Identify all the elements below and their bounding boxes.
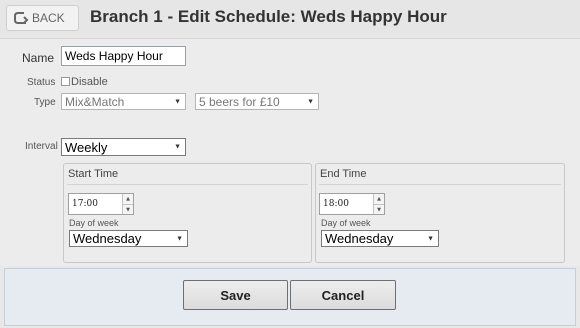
interval-select[interactable]: Weekly ▼ <box>61 138 186 156</box>
type-select[interactable]: Mix&Match ▼ <box>61 93 186 110</box>
promotion-select-value: 5 beers for £10 <box>199 94 280 109</box>
caret-down-icon: ▼ <box>427 235 434 242</box>
interval-label: Interval <box>25 141 58 152</box>
end-time-divider <box>319 184 561 185</box>
status-label: Status <box>27 77 56 88</box>
start-day-select[interactable]: Wednesday ▼ <box>69 230 188 247</box>
back-button[interactable]: BACK <box>6 5 79 31</box>
cancel-button[interactable]: Cancel <box>290 280 396 310</box>
page-title: Branch 1 - Edit Schedule: Weds Happy Hou… <box>90 7 447 26</box>
page-header: BACK Branch 1 - Edit Schedule: Weds Happ… <box>0 0 580 36</box>
end-day-select[interactable]: Wednesday ▼ <box>321 230 439 247</box>
save-button[interactable]: Save <box>183 280 288 310</box>
interval-select-value: Weekly <box>65 139 108 155</box>
caret-down-icon: ▼ <box>307 98 314 105</box>
caret-down-icon: ▼ <box>174 98 181 105</box>
end-day-label: Day of week <box>321 218 371 228</box>
start-time-title: Start Time <box>68 168 119 180</box>
end-time-title: End Time <box>320 168 367 180</box>
type-select-value: Mix&Match <box>65 94 125 109</box>
promotion-select[interactable]: 5 beers for £10 ▼ <box>195 93 319 110</box>
start-time-value: 17:00 <box>72 199 98 209</box>
start-day-value: Wednesday <box>73 231 142 246</box>
start-time-divider <box>67 184 308 185</box>
end-time-input[interactable]: 18:00 ▲ ▼ <box>319 193 385 215</box>
end-day-value: Wednesday <box>325 231 394 246</box>
spinner-arrows-icon[interactable]: ▲ ▼ <box>122 194 133 214</box>
spinner-arrows-icon[interactable]: ▲ ▼ <box>373 194 384 214</box>
caret-down-icon: ▼ <box>176 235 183 242</box>
back-button-label: BACK <box>32 11 65 25</box>
caret-down-icon: ▼ <box>174 143 181 151</box>
end-time-value: 18:00 <box>323 199 349 209</box>
disable-checkbox[interactable] <box>61 77 70 86</box>
start-day-label: Day of week <box>69 218 119 228</box>
name-input[interactable] <box>61 46 186 66</box>
start-time-input[interactable]: 17:00 ▲ ▼ <box>68 193 134 215</box>
type-label: Type <box>34 97 56 108</box>
name-label: Name <box>22 51 55 65</box>
disable-label: Disable <box>71 76 108 88</box>
back-arrow-icon <box>13 11 29 25</box>
